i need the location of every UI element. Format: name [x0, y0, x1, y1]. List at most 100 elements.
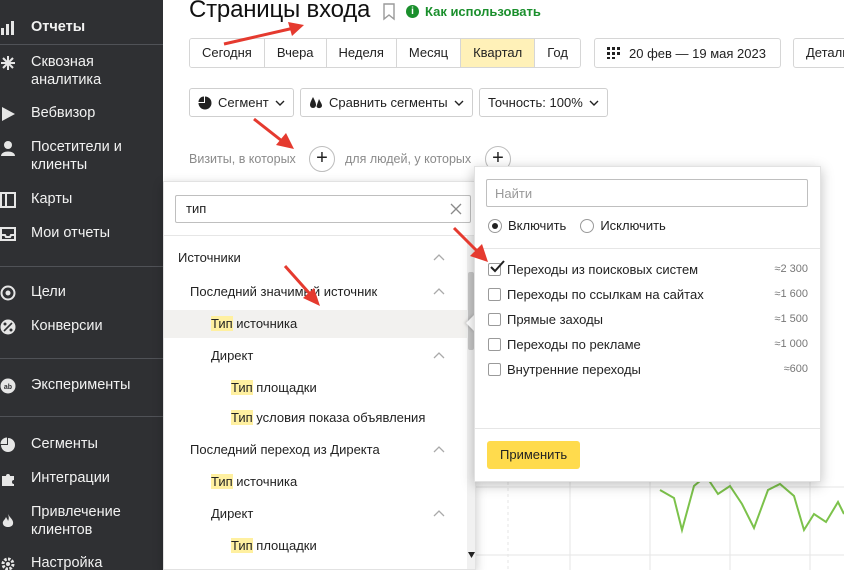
drops-icon [310, 96, 322, 108]
compare-segments-dropdown[interactable]: Сравнить сегменты [300, 88, 473, 117]
field-search-input[interactable]: тип [175, 195, 471, 223]
search-highlight: Тип [231, 538, 253, 553]
sidebar-divider [0, 416, 163, 417]
option-ad-traffic[interactable]: Переходы по рекламе ≈1 000 [488, 334, 808, 354]
people-filter-label: для людей, у которых [345, 152, 472, 166]
chevron-up-icon [433, 446, 445, 453]
option-search-engines[interactable]: Переходы из поисковых систем ≈2 300 [488, 259, 808, 279]
tree-group-last-significant-source[interactable]: Последний значимый источник [164, 278, 467, 306]
tree-item-placement-type-2[interactable]: Тип площадки [164, 532, 467, 560]
percent-icon [0, 319, 16, 335]
tree-item-source-type-2[interactable]: Тип источника [164, 468, 467, 496]
tree-row-label: Последний значимый источник [190, 284, 378, 299]
period-month-button[interactable]: Месяц [396, 39, 462, 67]
segment-dropdown[interactable]: Сегмент [189, 88, 294, 117]
how-to-use-link[interactable]: i Как использовать [406, 4, 541, 19]
option-label: Внутренние переходы [507, 361, 641, 377]
panel-divider [475, 248, 820, 249]
tree-group-last-direct-click[interactable]: Последний переход из Директа [164, 436, 467, 464]
chevron-up-icon [433, 352, 445, 359]
option-site-links[interactable]: Переходы по ссылкам на сайтах ≈1 600 [488, 284, 808, 304]
sidebar-item-label: Отчеты [31, 19, 86, 35]
panel-divider [475, 428, 820, 429]
tree-group-direct-2[interactable]: Директ [164, 500, 467, 528]
tree-group-sources[interactable]: Источники [164, 244, 467, 272]
ab-icon: ab [0, 378, 16, 394]
chevron-up-icon [433, 288, 445, 295]
checkbox[interactable] [488, 312, 501, 326]
details-button[interactable]: Детали [793, 38, 844, 68]
sidebar-item-label: Привлечение клиентов [31, 504, 121, 538]
sidebar-item-label: Сегменты [31, 436, 98, 452]
tree-group-direct[interactable]: Директ [164, 342, 467, 370]
bookmark-icon[interactable] [382, 3, 396, 21]
tree-row-label: источника [232, 316, 298, 331]
tree-item-source-type[interactable]: Тип источника [164, 310, 467, 338]
chevron-down-icon [275, 100, 285, 106]
option-count: ≈600 [783, 363, 808, 375]
calendar-icon [607, 47, 620, 59]
pie-icon [198, 96, 212, 109]
clear-icon[interactable] [450, 203, 462, 215]
gear-icon [1, 557, 15, 570]
sidebar-item-label: Интеграции [31, 470, 110, 486]
option-count: ≈2 300 [774, 263, 808, 275]
period-week-button[interactable]: Неделя [326, 39, 397, 67]
include-label: Включить [508, 218, 567, 233]
page-title: Страницы входа [189, 0, 371, 23]
scroll-down-icon[interactable] [468, 552, 475, 558]
compare-label: Сравнить сегменты [329, 95, 448, 110]
sidebar-item-label: Сквозная аналитика [31, 54, 102, 88]
value-search-input[interactable] [486, 179, 808, 207]
chevron-down-icon [454, 100, 464, 106]
search-highlight: Тип [231, 380, 253, 395]
date-range-picker[interactable]: 20 фев — 19 мая 2023 [594, 38, 781, 68]
include-radio[interactable] [488, 218, 502, 233]
tree-item-ad-condition-type[interactable]: Тип условия показа объявления [164, 404, 467, 432]
play-icon [2, 107, 15, 121]
sidebar-item-label: Эксперименты [31, 377, 131, 393]
chevron-up-icon [433, 254, 445, 261]
sidebar: Отчеты Сквозная аналитика Вебвизор Посет… [0, 0, 163, 570]
checkbox[interactable] [488, 337, 501, 351]
period-yesterday-button[interactable]: Вчера [264, 39, 327, 67]
tree-item-placement-type[interactable]: Тип площадки [164, 374, 467, 402]
checkbox[interactable] [488, 287, 501, 301]
date-range-label: 20 фев — 19 мая 2023 [629, 45, 766, 61]
apply-button[interactable]: Применить [487, 441, 581, 469]
field-selector-panel: тип Источники Последний значимый источни… [163, 181, 476, 570]
exclude-radio[interactable] [580, 218, 595, 233]
option-count: ≈1 000 [774, 338, 808, 350]
sidebar-divider [0, 358, 163, 359]
period-quarter-button[interactable]: Квартал [461, 39, 536, 67]
target-icon [0, 285, 16, 301]
panel-divider [164, 235, 475, 236]
sidebar-item-label: Настройка [31, 555, 103, 570]
search-highlight: Тип [211, 316, 233, 331]
period-today-button[interactable]: Сегодня [190, 39, 265, 67]
segment-label: Сегмент [218, 95, 269, 110]
asterisk-icon [1, 56, 15, 70]
sidebar-item-label: Карты [31, 191, 73, 207]
option-count: ≈1 600 [774, 288, 808, 300]
sidebar-item-label: Цели [31, 284, 66, 300]
tree-row-label: Директ [211, 348, 254, 363]
sidebar-item-label: Вебвизор [31, 105, 96, 121]
include-exclude-toggle: Включить Исключить [488, 218, 666, 233]
value-selector-panel: Включить Исключить Переходы из поисковых… [474, 166, 821, 482]
checkbox[interactable] [488, 259, 505, 276]
sidebar-item-label: Посетители и клиенты [31, 139, 122, 173]
period-year-button[interactable]: Год [535, 39, 580, 67]
checkbox[interactable] [488, 362, 501, 376]
user-icon [1, 141, 15, 156]
option-label: Переходы из поисковых систем [507, 261, 699, 277]
search-highlight: Тип [231, 410, 253, 425]
sidebar-divider [0, 44, 163, 45]
inbox-icon [0, 227, 16, 241]
accuracy-dropdown[interactable]: Точность: 100% [479, 88, 608, 117]
checkmark-icon [490, 259, 505, 272]
tree-row-label: источника [232, 474, 298, 489]
option-direct-visits[interactable]: Прямые заходы ≈1 500 [488, 309, 808, 329]
option-internal[interactable]: Внутренние переходы ≈600 [488, 359, 808, 379]
add-visit-filter-button[interactable]: + [309, 146, 335, 172]
